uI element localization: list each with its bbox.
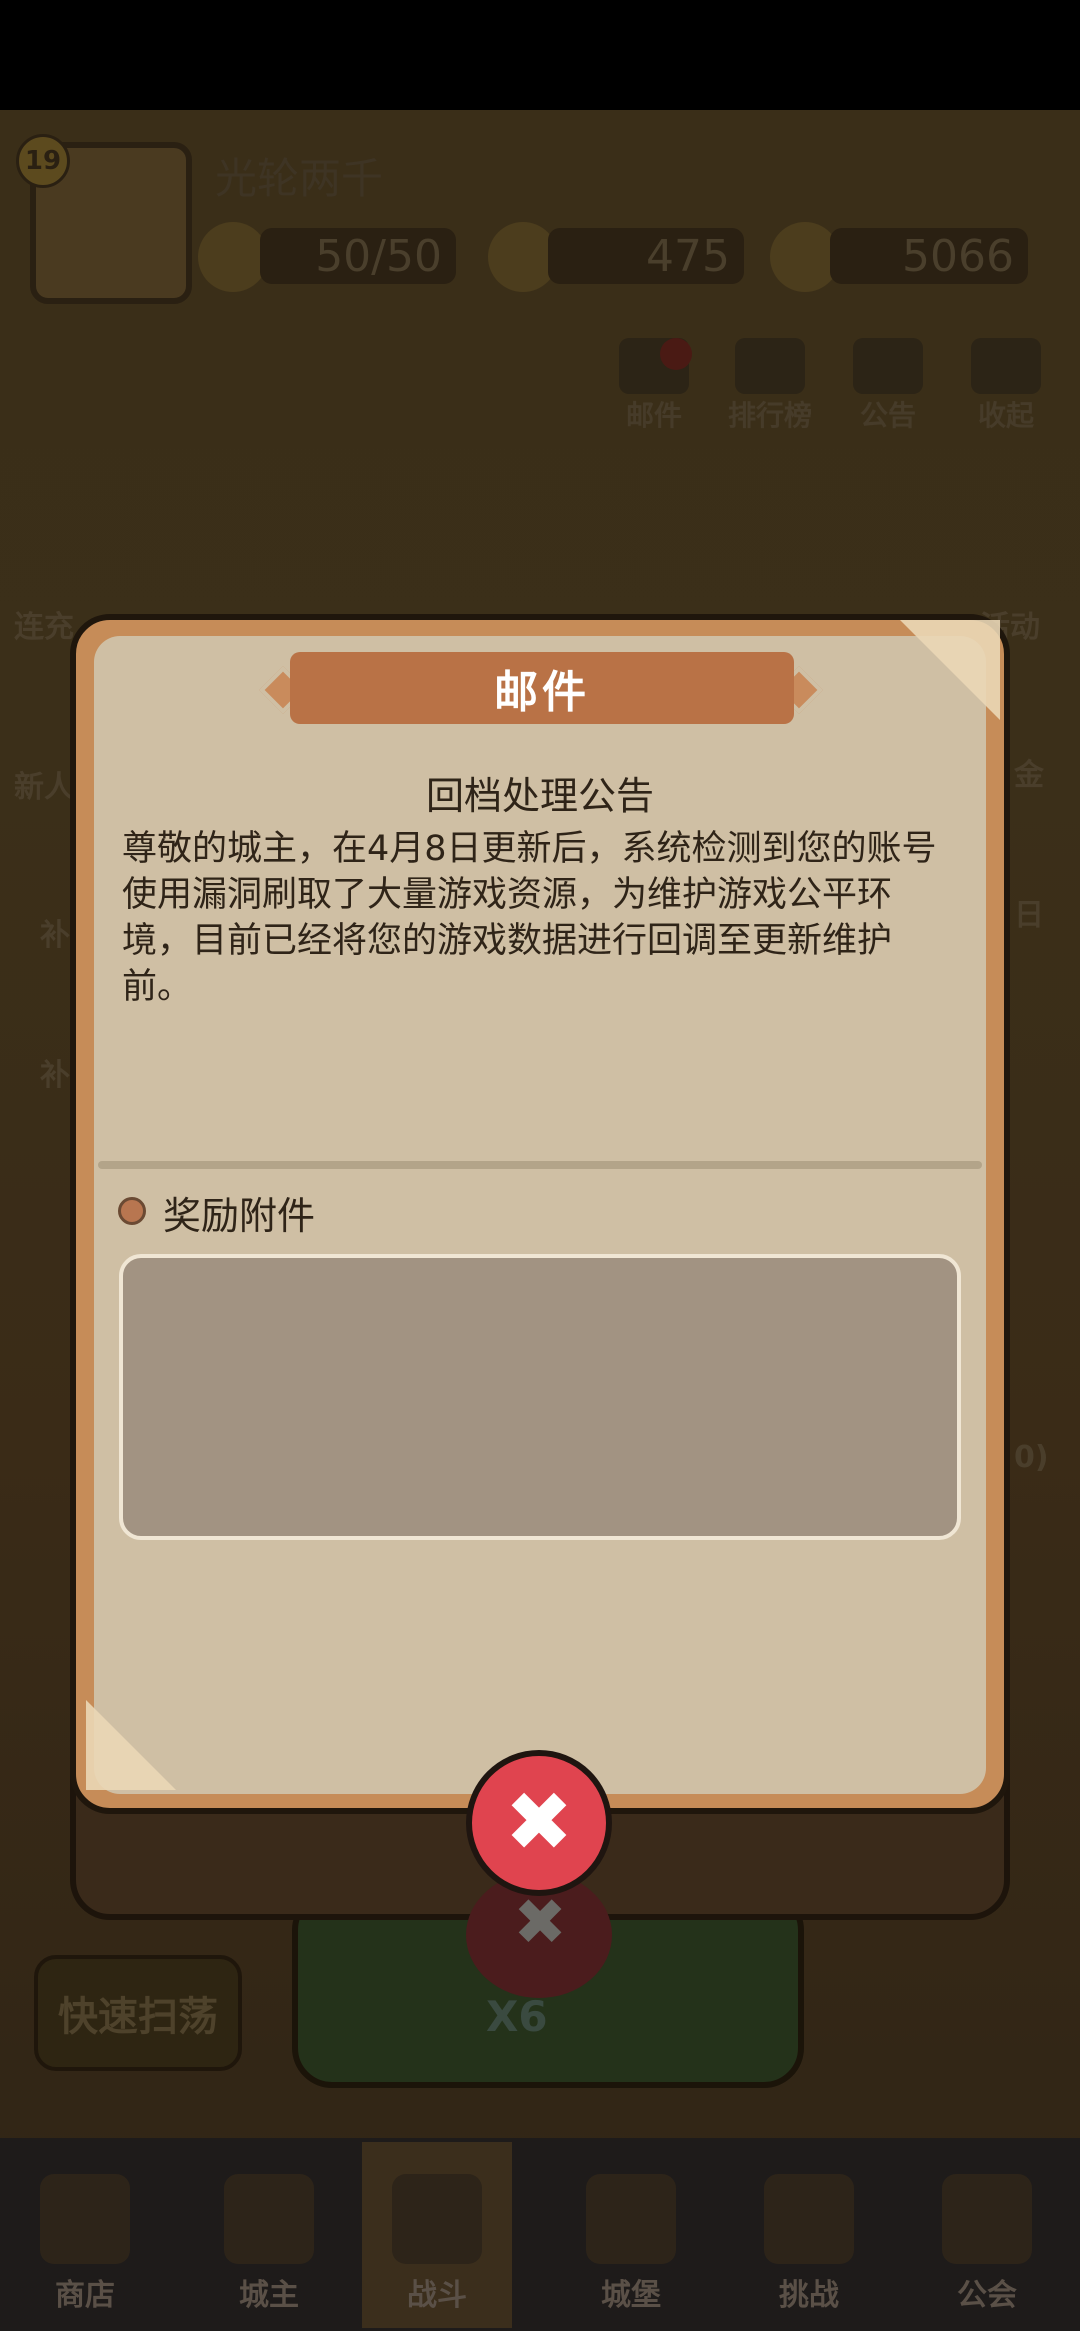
energy-icon[interactable] <box>198 222 268 292</box>
announcement-menu-label: 公告 <box>859 399 916 432</box>
reward-attachment-label: 奖励附件 <box>163 1194 316 1238</box>
status-bar <box>0 0 1080 110</box>
player-level-badge: 19 <box>16 134 70 188</box>
nav-shop-label: 商店 <box>55 2278 115 2313</box>
mail-header-title: 邮件 <box>494 667 590 718</box>
close-ghost-icon: ✖ <box>513 1886 567 1960</box>
play-triangle-icon <box>971 338 1041 394</box>
collapse-menu-label: 收起 <box>977 399 1034 432</box>
nav-lord[interactable]: 城主 <box>194 2148 344 2328</box>
nav-battle[interactable]: 战斗 <box>362 2142 512 2328</box>
castle-icon <box>586 2174 676 2264</box>
shop-icon <box>40 2174 130 2264</box>
leaderboard-menu-label: 排行榜 <box>727 399 812 432</box>
gem-counter: 475 <box>548 228 744 284</box>
mail-notification-dot <box>660 338 692 370</box>
nav-challenge-label: 挑战 <box>779 2278 839 2313</box>
collapse-menu-button[interactable]: 收起 <box>964 338 1048 434</box>
close-icon: ✖ <box>504 1775 574 1870</box>
nav-guild-label: 公会 <box>957 2278 1017 2313</box>
nav-challenge[interactable]: 挑战 <box>734 2148 884 2328</box>
side-right-label-2[interactable]: 日 <box>1014 890 1044 934</box>
leaderboard-menu-button[interactable]: 排行榜 <box>720 338 820 434</box>
side-left-label-1[interactable]: 新人 <box>14 762 74 806</box>
side-right-label-3[interactable]: 0) <box>1014 1440 1049 1475</box>
demon-face-icon <box>764 2174 854 2264</box>
battle-cost-label: X6 <box>486 1992 548 2041</box>
announcement-menu-button[interactable]: 公告 <box>846 338 930 434</box>
corner-highlight-top-right <box>900 620 1000 720</box>
mail-subject: 回档处理公告 <box>425 774 654 818</box>
nav-shop[interactable]: 商店 <box>10 2148 160 2328</box>
player-name: 光轮两千 <box>215 154 384 203</box>
nav-battle-label: 战斗 <box>407 2278 467 2313</box>
mail-body-text: 尊敬的城主，在4月8日更新后，系统检测到您的账号使用漏洞刷取了大量游戏资源，为维… <box>122 829 937 1007</box>
reward-attachment-box <box>119 1254 961 1540</box>
quick-sweep-button[interactable]: 快速扫荡 <box>34 1955 242 2071</box>
mail-header-ribbon: 邮件 <box>290 652 794 724</box>
mail-divider <box>98 1161 982 1169</box>
side-left-label-2[interactable]: 补 <box>40 910 70 954</box>
mail-menu-label: 邮件 <box>625 399 682 432</box>
bar-chart-icon <box>735 338 805 394</box>
flag-icon <box>942 2174 1032 2264</box>
close-mail-button[interactable]: ✖ <box>466 1750 612 1896</box>
corner-highlight-bottom-left <box>86 1700 176 1790</box>
nav-guild[interactable]: 公会 <box>912 2148 1062 2328</box>
reward-bullet-icon <box>118 1197 146 1225</box>
energy-counter: 50/50 <box>260 228 456 284</box>
nav-lord-label: 城主 <box>239 2278 299 2313</box>
side-left-label-0[interactable]: 连充 <box>14 602 74 646</box>
coin-counter: 5066 <box>830 228 1028 284</box>
megaphone-icon <box>853 338 923 394</box>
nav-castle[interactable]: 城堡 <box>556 2148 706 2328</box>
side-left-label-3[interactable]: 补 <box>40 1050 70 1094</box>
nav-castle-label: 城堡 <box>601 2278 661 2313</box>
crown-icon <box>224 2174 314 2264</box>
crossed-swords-icon <box>392 2174 482 2264</box>
side-right-label-1[interactable]: 金 <box>1014 750 1044 794</box>
